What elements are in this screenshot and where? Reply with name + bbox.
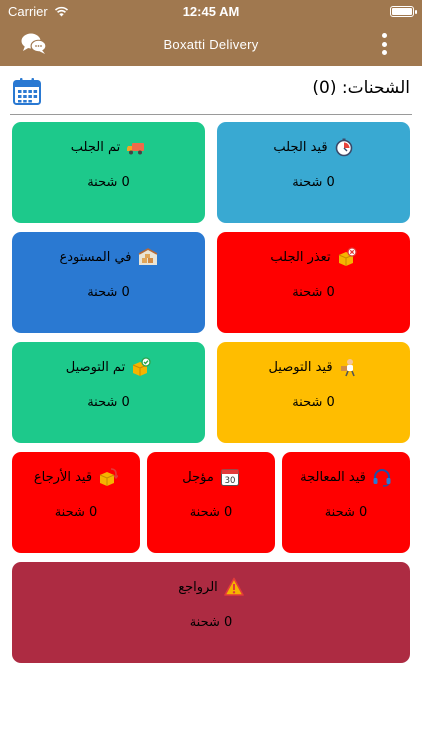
courier-icon	[340, 359, 355, 377]
card-label: قيد المعالجة	[300, 469, 366, 485]
box-return-icon	[99, 468, 119, 486]
card-label: مؤجل	[182, 469, 214, 485]
card-count: 0 شحنة	[87, 175, 130, 190]
more-options-icon[interactable]	[376, 30, 392, 58]
card-label-row: الرواجع	[178, 576, 244, 598]
wifi-icon	[54, 6, 68, 16]
card-label-row: قيد التوصيل	[268, 356, 358, 378]
card-label: الرواجع	[178, 579, 218, 595]
chat-icon[interactable]	[20, 31, 48, 57]
card-count: 0 شحنة	[87, 395, 130, 410]
card-label-row: في المستودع	[59, 246, 157, 268]
card-delivered[interactable]: تم التوصيل 0 شحنة	[12, 342, 205, 443]
card-count: 0 شحنة	[292, 175, 335, 190]
card-postponed[interactable]: 30 مؤجل 0 شحنة	[147, 452, 275, 553]
card-label-row: 30 مؤجل	[182, 466, 240, 488]
card-label-row: تم الجلب	[71, 136, 146, 158]
status-bar: Carrier 12:45 AM	[0, 0, 422, 22]
card-processing[interactable]: قيد المعالجة 0 شحنة	[282, 452, 410, 553]
svg-text:30: 30	[224, 476, 235, 486]
card-picked-up[interactable]: تم الجلب 0 شحنة	[12, 122, 205, 223]
battery-icon	[390, 5, 417, 17]
warehouse-icon	[138, 248, 157, 265]
card-label-row: تم التوصيل	[66, 356, 151, 378]
shipments-title: الشحنات: (0)	[312, 78, 410, 98]
card-label-row: تعذر الجلب	[270, 246, 357, 268]
card-count: 0 شحنة	[54, 505, 98, 520]
header-divider	[10, 114, 412, 115]
shipments-header: الشحنات: (0)	[0, 72, 422, 114]
box-check-icon	[133, 357, 151, 376]
card-label-row: قيد الجلب	[273, 136, 353, 158]
card-count: 0 شحنة	[292, 285, 335, 300]
card-pickup-pending[interactable]: قيد الجلب 0 شحنة	[217, 122, 410, 223]
card-label: في المستودع	[59, 249, 132, 265]
card-count: 0 شحنة	[324, 505, 368, 520]
card-in-warehouse[interactable]: في المستودع 0 شحنة	[12, 232, 205, 333]
card-count: 0 شحنة	[292, 395, 335, 410]
card-label: تعذر الجلب	[270, 249, 331, 265]
card-label: قيد التوصيل	[268, 359, 333, 375]
card-label: قيد الجلب	[273, 139, 328, 155]
card-label: قيد الأرجاع	[33, 469, 93, 485]
card-count: 0 شحنة	[87, 285, 130, 300]
card-label-row: قيد الأرجاع	[33, 466, 119, 488]
delivery-truck-icon	[127, 143, 145, 155]
navbar: Boxatti Delivery	[0, 22, 422, 66]
card-label-row: قيد المعالجة	[300, 466, 392, 488]
card-out-for-delivery[interactable]: قيد التوصيل 0 شحنة	[217, 342, 410, 443]
status-left: Carrier	[8, 4, 69, 19]
card-count: 0 شحنة	[189, 615, 233, 630]
card-pickup-failed[interactable]: تعذر الجلب 0 شحنة	[217, 232, 410, 333]
carrier-label: Carrier	[8, 3, 48, 19]
calendar-icon[interactable]	[12, 76, 42, 106]
app-title: Boxatti Delivery	[163, 36, 259, 52]
warning-icon	[223, 577, 244, 596]
card-label: تم التوصيل	[65, 359, 126, 375]
card-label: تم الجلب	[70, 139, 121, 155]
card-returns[interactable]: الرواجع 0 شحنة	[12, 562, 410, 663]
headset-icon	[373, 469, 391, 487]
card-count: 0 شحنة	[189, 505, 233, 520]
stopwatch-icon	[335, 138, 352, 157]
calendar-30-icon: 30	[220, 469, 239, 486]
card-returning[interactable]: قيد الأرجاع 0 شحنة	[12, 452, 140, 553]
box-cancel-icon	[338, 247, 357, 266]
